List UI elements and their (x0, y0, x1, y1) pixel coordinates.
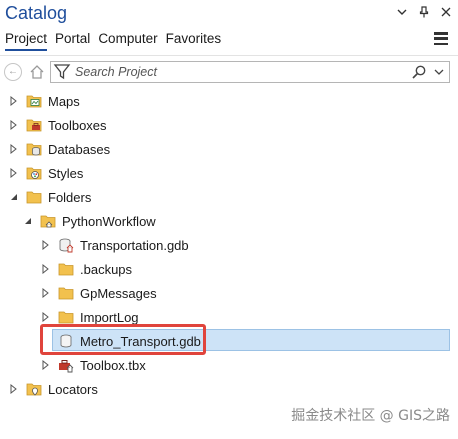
toolbox-icon (58, 357, 74, 373)
toolboxes-folder-icon (26, 117, 42, 133)
tab-portal[interactable]: Portal (55, 31, 90, 51)
tree-item-label: Locators (48, 381, 98, 397)
tree-item-maps[interactable]: Maps (8, 90, 80, 112)
geodatabase-icon (58, 237, 74, 253)
tree-item-styles[interactable]: Styles (8, 162, 83, 184)
divider (0, 55, 458, 56)
folder-icon (58, 309, 74, 325)
tree-item-label: PythonWorkflow (62, 213, 156, 229)
tree-item-folders[interactable]: Folders (8, 186, 91, 208)
filter-icon[interactable] (53, 63, 71, 81)
hamburger-menu-icon[interactable] (434, 32, 448, 45)
search-box (50, 61, 450, 83)
expand-arrow-icon[interactable] (8, 95, 20, 107)
expand-arrow-icon[interactable] (40, 287, 52, 299)
tab-project[interactable]: Project (5, 31, 48, 51)
expand-arrow-icon[interactable] (8, 119, 20, 131)
tree-item-label: ImportLog (80, 309, 139, 325)
annotation-highlight-box (40, 324, 206, 355)
search-input[interactable] (75, 62, 405, 82)
expand-arrow-icon[interactable] (8, 167, 20, 179)
tab-favorites[interactable]: Favorites (166, 31, 222, 51)
tree-item-label: Toolbox.tbx (80, 357, 146, 373)
tree-item-label: Styles (48, 165, 84, 181)
expand-arrow-icon[interactable] (40, 311, 52, 323)
tree-item-label: Databases (48, 141, 111, 157)
folders-icon (26, 189, 42, 205)
tree-item-toolboxes[interactable]: Toolboxes (8, 114, 107, 136)
close-icon[interactable] (440, 6, 452, 21)
expand-arrow-icon[interactable] (40, 239, 52, 251)
search-icon[interactable] (411, 64, 427, 80)
tree-item-toolbox-tbx[interactable]: Toolbox.tbx (40, 354, 146, 376)
tree-item-label: Maps (48, 93, 80, 109)
expand-arrow-icon[interactable] (8, 383, 20, 395)
collapse-arrow-icon[interactable] (8, 191, 20, 203)
folder-icon (58, 285, 74, 301)
expand-arrow-icon[interactable] (8, 143, 20, 155)
watermark: 掘金技术社区 @ GIS之路 (291, 408, 450, 424)
expand-arrow-icon[interactable] (40, 263, 52, 275)
tree-item-label: Folders (48, 189, 92, 205)
tree-item-label: GpMessages (80, 285, 157, 301)
pane-controls (396, 6, 452, 21)
tree-item-pythonworkflow[interactable]: PythonWorkflow (22, 210, 156, 232)
styles-folder-icon (26, 165, 42, 181)
tree-item-databases[interactable]: Databases (8, 138, 110, 160)
catalog-toolbar: ← (4, 61, 450, 83)
tree-item-gpmessages[interactable]: GpMessages (40, 282, 157, 304)
tree-item-label: .backups (80, 261, 133, 277)
project-folder-icon (40, 213, 56, 229)
pin-icon[interactable] (418, 6, 430, 21)
chevron-down-icon[interactable] (396, 6, 408, 21)
collapse-arrow-icon[interactable] (22, 215, 34, 227)
tab-computer[interactable]: Computer (98, 31, 157, 51)
pane-title: Catalog (5, 3, 68, 23)
tree-item-label: Toolboxes (48, 117, 107, 133)
back-arrow-icon[interactable]: ← (4, 63, 22, 81)
catalog-tabs: Project Portal Computer Favorites (5, 31, 229, 51)
expand-arrow-icon[interactable] (40, 359, 52, 371)
tree-item-backups[interactable]: .backups (40, 258, 132, 280)
tree-item-label: Transportation.gdb (80, 237, 189, 253)
locators-folder-icon (26, 381, 42, 397)
maps-folder-icon (26, 93, 42, 109)
tree-item-transportation-gdb[interactable]: Transportation.gdb (40, 234, 189, 256)
home-icon[interactable] (28, 63, 46, 81)
tree-item-locators[interactable]: Locators (8, 378, 98, 400)
chevron-down-icon[interactable] (433, 65, 445, 77)
databases-folder-icon (26, 141, 42, 157)
folder-icon (58, 261, 74, 277)
